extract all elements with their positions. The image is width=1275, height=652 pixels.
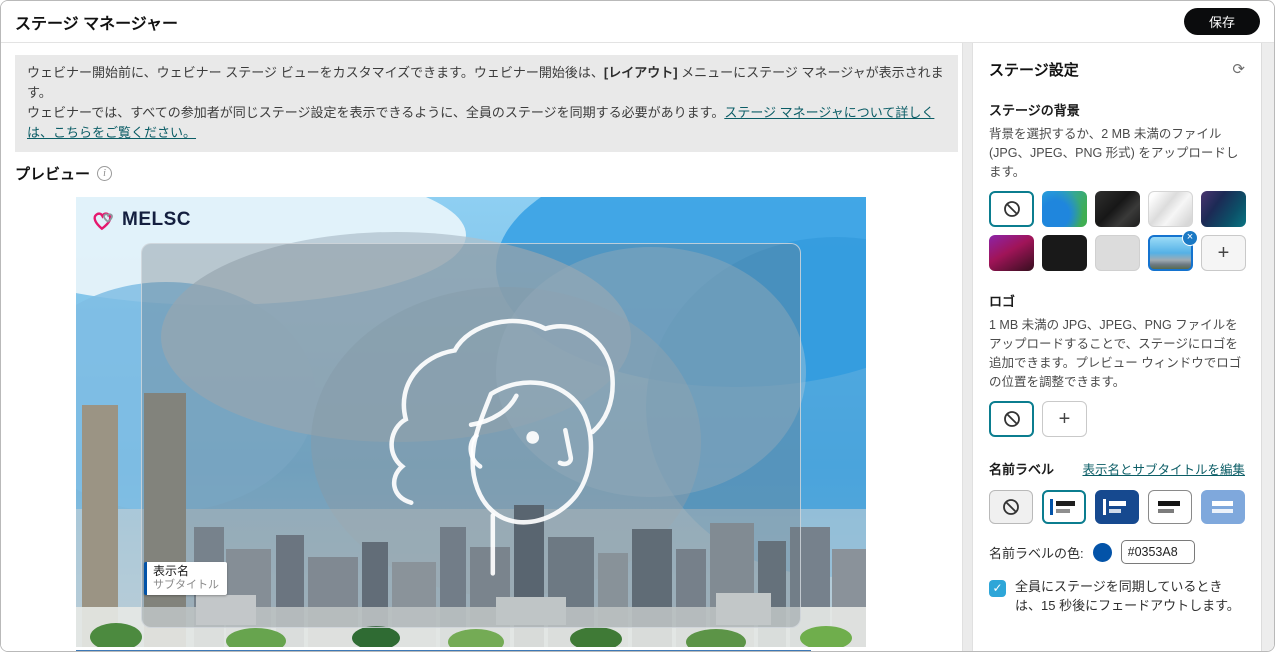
color-swatch[interactable] [1093, 543, 1112, 562]
name-label-style-options [989, 490, 1245, 524]
name-label-light-icon [1050, 498, 1078, 516]
logo-section-description: 1 MB 未満の JPG、JPEG、PNG ファイルをアップロードすることで、ス… [989, 316, 1245, 391]
background-section-description: 背景を選択するか、2 MB 未満のファイル (JPG、JPEG、PNG 形式) … [989, 125, 1245, 181]
bg-thumb-cityscape-selected[interactable]: × [1148, 235, 1193, 271]
melsc-heart-icon [90, 207, 116, 233]
stage-logo[interactable]: MELSC [90, 207, 191, 233]
name-label-lightblue-icon [1209, 498, 1237, 516]
bg-upload-button[interactable]: + [1201, 235, 1246, 271]
page-title: ステージ マネージャー [15, 10, 178, 34]
left-panel: ウェビナー開始前に、ウェビナー ステージ ビューをカスタマイズできます。ウェビナ… [1, 43, 962, 652]
info-line2: ウェビナーでは、すべての参加者が同じステージ設定を表示できるように、全員のステー… [27, 105, 724, 120]
left-panel-scrollbar[interactable] [962, 43, 973, 652]
no-background-icon [1002, 199, 1022, 219]
name-label-heading: 名前ラベル [989, 459, 1054, 478]
refresh-icon[interactable]: ⟳ [1232, 62, 1245, 77]
name-label-style-light-selected[interactable] [1042, 490, 1086, 524]
info-line1-pre: ウェビナー開始前に、ウェビナー ステージ ビューをカスタマイズできます。ウェビナ… [27, 65, 604, 80]
display-name-text: 表示名 [153, 564, 219, 579]
bg-thumb-light-gray[interactable] [1095, 235, 1140, 271]
header: ステージ マネージャー 保存 [1, 1, 1274, 43]
name-label-style-light-blue[interactable] [1201, 490, 1245, 524]
name-label-color-row: 名前ラベルの色: [989, 540, 1245, 564]
bg-thumb-dark-gray-wave[interactable] [1095, 191, 1140, 227]
bg-thumb-blue-green-gradient[interactable] [1042, 191, 1087, 227]
bg-thumb-navy-teal-gradient[interactable] [1201, 191, 1246, 227]
bg-thumb-none[interactable] [989, 191, 1034, 227]
background-section-heading: ステージの背景 [989, 100, 1245, 119]
stage-logo-text: MELSC [122, 209, 191, 231]
no-logo-icon [1002, 409, 1022, 429]
no-name-label-icon [1001, 497, 1021, 517]
name-label-style-none[interactable] [989, 490, 1033, 524]
color-hex-input[interactable] [1121, 540, 1195, 564]
content: ウェビナー開始前に、ウェビナー ステージ ビューをカスタマイズできます。ウェビナ… [1, 43, 1274, 652]
subtitle-text: サブタイトル [153, 579, 219, 592]
edit-name-subtitle-link[interactable]: 表示名とサブタイトルを編集 [1082, 459, 1245, 478]
remove-background-icon[interactable]: × [1182, 230, 1198, 246]
person-placeholder-icon [346, 287, 636, 577]
bg-thumb-silver-silk[interactable] [1148, 191, 1193, 227]
stage-settings-sidebar: ステージ設定 ⟳ ステージの背景 背景を選択するか、2 MB 未満のファイル (… [973, 43, 1261, 652]
sidebar-title: ステージ設定 [989, 59, 1079, 80]
name-label-header: 名前ラベル 表示名とサブタイトルを編集 [989, 459, 1245, 478]
info-icon[interactable]: i [97, 166, 112, 181]
logo-section-heading: ロゴ [989, 291, 1245, 310]
sync-fadeout-checkbox[interactable]: ✓ [989, 580, 1006, 597]
sync-fadeout-label: 全員にステージを同期しているときは、15 秒後にフェードアウトします。 [1015, 578, 1245, 616]
stage-preview[interactable]: MELSC 表示名 サブタイトル [76, 197, 866, 647]
name-label-chip[interactable]: 表示名 サブタイトル [144, 562, 227, 595]
sync-fadeout-row: ✓ 全員にステージを同期しているときは、15 秒後にフェードアウトします。 [989, 578, 1245, 616]
sidebar-scrollbar[interactable] [1261, 43, 1274, 652]
name-label-outline-icon [1156, 498, 1184, 516]
preview-title: プレビュー [15, 163, 90, 184]
logo-upload-button[interactable]: + [1042, 401, 1087, 437]
info-line1-layout-menu: [レイアウト] [604, 65, 678, 80]
name-label-dark-icon [1103, 498, 1131, 516]
logo-options: + [989, 401, 1245, 437]
sidebar-header: ステージ設定 ⟳ [989, 59, 1245, 80]
name-label-style-dark-blue[interactable] [1095, 490, 1139, 524]
bg-thumb-magenta-gradient[interactable] [989, 235, 1034, 271]
name-label-color-label: 名前ラベルの色: [989, 543, 1084, 562]
name-label-style-outline[interactable] [1148, 490, 1192, 524]
stage-manager-dialog: ステージ マネージャー 保存 ウェビナー開始前に、ウェビナー ステージ ビューを… [0, 0, 1275, 652]
preview-heading: プレビュー i [15, 163, 958, 184]
background-thumbnail-grid: × + [989, 191, 1249, 271]
logo-none-button[interactable] [989, 401, 1034, 437]
info-banner: ウェビナー開始前に、ウェビナー ステージ ビューをカスタマイズできます。ウェビナ… [15, 55, 958, 152]
bg-thumb-black[interactable] [1042, 235, 1087, 271]
save-button[interactable]: 保存 [1184, 8, 1260, 35]
